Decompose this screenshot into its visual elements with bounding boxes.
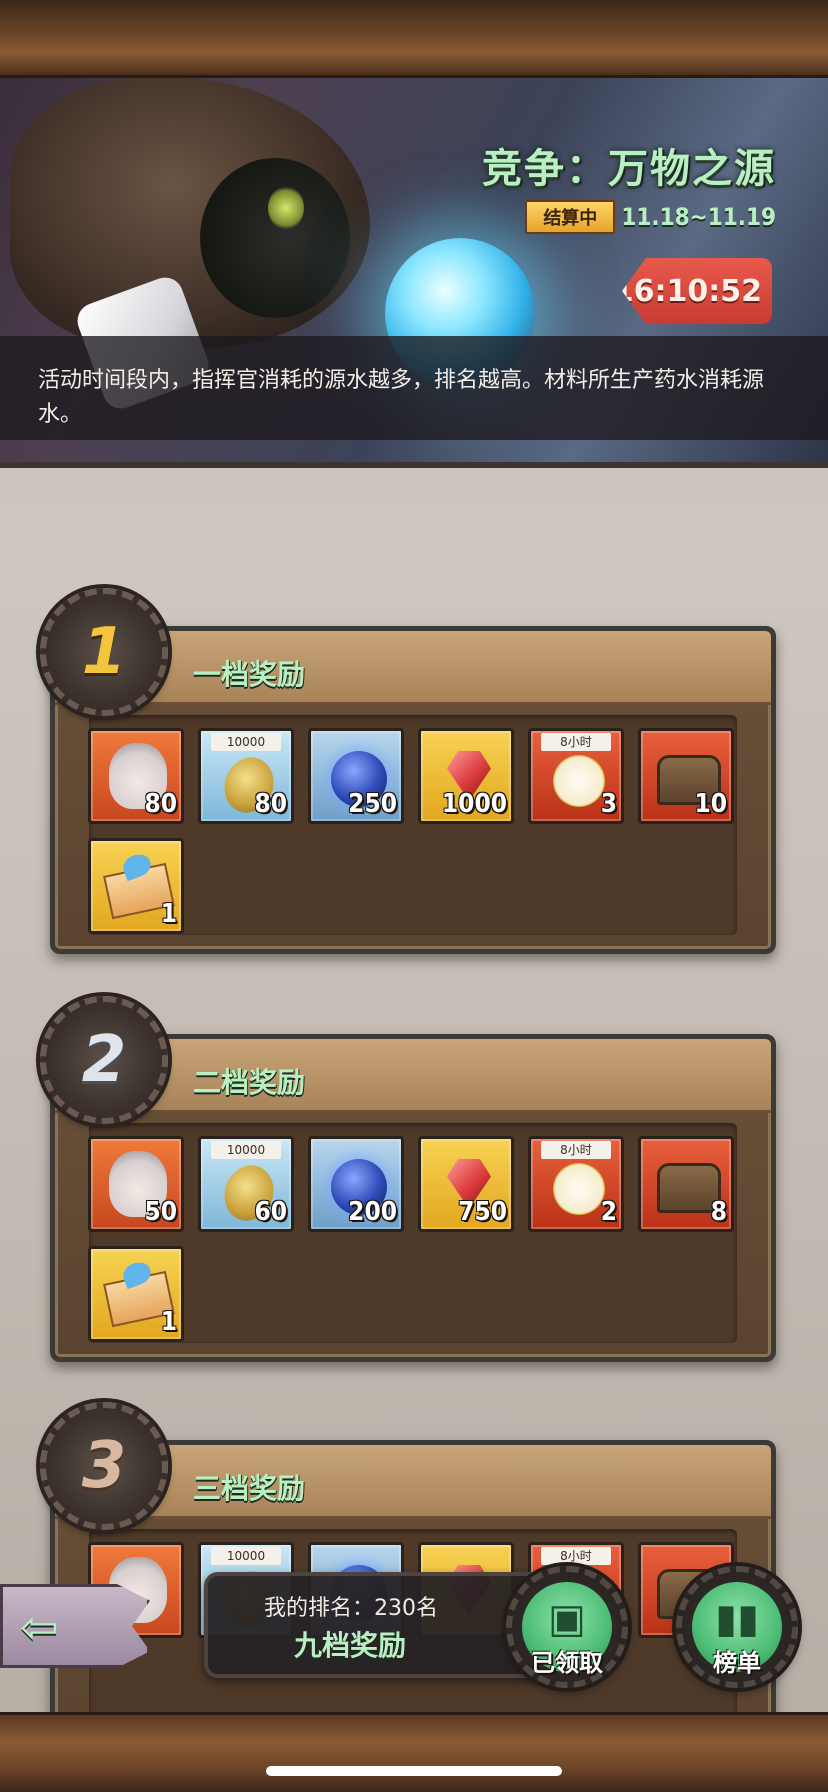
my-rank-text: 我的排名：230名	[264, 1596, 438, 1621]
reward-item[interactable]: 8小时 2	[528, 1136, 624, 1232]
reward-item[interactable]: 10000 80	[198, 728, 294, 824]
item-quantity: 1	[160, 899, 177, 929]
status-badge: 结算中	[525, 200, 616, 234]
bar-chart-icon: ▮▮	[714, 1596, 760, 1642]
tier-title: 二档奖励	[193, 1066, 306, 1099]
item-quantity: 200	[348, 1197, 397, 1227]
event-date-range: 11.18~11.19	[621, 203, 776, 231]
reward-item[interactable]: 50	[88, 1136, 184, 1232]
item-quantity: 2	[600, 1197, 617, 1227]
item-quantity: 80	[254, 789, 287, 819]
item-quantity: 250	[348, 789, 397, 819]
item-top-label: 8小时	[541, 733, 611, 751]
rank-gear-2: 2	[40, 996, 168, 1124]
reward-item[interactable]: 10000 60	[198, 1136, 294, 1232]
item-quantity: 60	[254, 1197, 287, 1227]
back-arrow-icon: ⇦	[20, 1600, 59, 1654]
claimed-label: 已领取	[531, 1649, 603, 1677]
reward-item[interactable]: 1	[88, 838, 184, 934]
reward-item[interactable]: 1	[88, 1246, 184, 1342]
rank-number: 3	[81, 1429, 127, 1503]
reward-item[interactable]: 1000	[418, 728, 514, 824]
item-quantity: 1000	[441, 789, 507, 819]
item-top-label: 10000	[211, 1547, 281, 1565]
chest-icon: ▣	[548, 1596, 586, 1642]
item-quantity: 1	[160, 1307, 177, 1337]
claimed-button[interactable]: ▣ 已领取	[506, 1566, 628, 1688]
rank-number: 2	[81, 1023, 127, 1097]
reward-item[interactable]: 750	[418, 1136, 514, 1232]
leaderboard-button[interactable]: ▮▮ 榜单	[676, 1566, 798, 1688]
rank-gear-1: 1	[40, 588, 168, 716]
reward-item[interactable]: 10	[638, 728, 734, 824]
clock-icon	[553, 755, 605, 807]
my-tier-text: 九档奖励	[294, 1629, 407, 1662]
event-title: 竞争：万物之源	[482, 146, 776, 192]
countdown-timer: 16:10:52	[622, 258, 772, 324]
item-quantity: 10	[694, 789, 727, 819]
item-quantity: 80	[144, 789, 177, 819]
event-description: 活动时间段内，指挥官消耗的源水越多，排名越高。材料所生产药水消耗源水。	[38, 368, 765, 427]
item-quantity: 3	[600, 789, 617, 819]
character-mask-art	[200, 158, 350, 318]
leaderboard-label: 榜单	[713, 1649, 761, 1677]
bottom-wood-frame	[0, 1712, 828, 1792]
item-top-label: 10000	[211, 733, 281, 751]
top-wood-frame	[0, 0, 828, 78]
item-top-label: 10000	[211, 1141, 281, 1159]
clock-icon	[553, 1163, 605, 1215]
rank-gear-3: 3	[40, 1402, 168, 1530]
rank-number: 1	[81, 615, 127, 689]
home-indicator[interactable]	[266, 1766, 562, 1776]
tier-title: 一档奖励	[193, 658, 306, 691]
item-quantity: 50	[144, 1197, 177, 1227]
reward-item[interactable]: 250	[308, 728, 404, 824]
character-eye-art	[268, 186, 304, 230]
tier-title: 三档奖励	[193, 1472, 306, 1505]
reward-item[interactable]: 8	[638, 1136, 734, 1232]
item-top-label: 8小时	[541, 1141, 611, 1159]
item-quantity: 8	[710, 1197, 727, 1227]
item-quantity: 750	[458, 1197, 507, 1227]
item-top-label: 8小时	[541, 1547, 611, 1565]
event-status-row: 结算中 11.18~11.19	[525, 200, 776, 234]
reward-item[interactable]: 80	[88, 728, 184, 824]
reward-item[interactable]: 8小时 3	[528, 728, 624, 824]
reward-item[interactable]: 200	[308, 1136, 404, 1232]
